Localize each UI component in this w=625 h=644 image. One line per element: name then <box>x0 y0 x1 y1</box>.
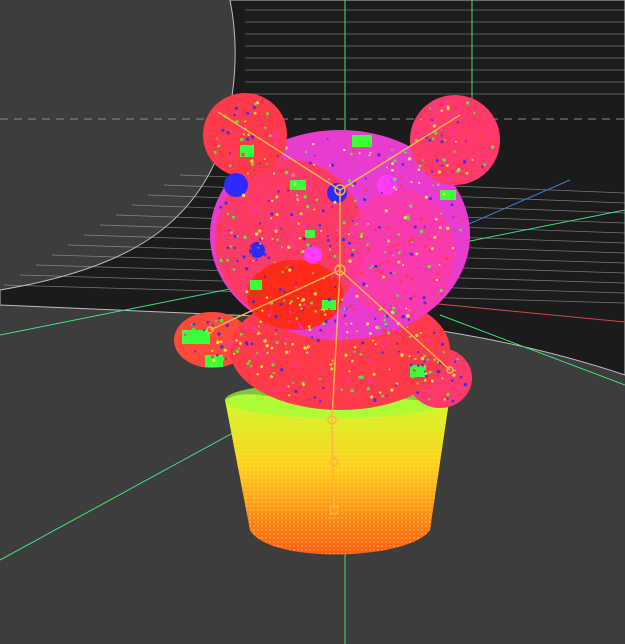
viewport-scene[interactable] <box>0 0 625 644</box>
bear-muzzle <box>247 260 343 330</box>
3d-viewport[interactable] <box>0 0 625 644</box>
head-top-spot <box>377 175 397 195</box>
left-cheek-spot <box>224 173 248 197</box>
bear-head-right-fill <box>345 190 455 320</box>
cup-dot-overlay <box>225 394 450 555</box>
left-paw-patch <box>182 330 210 344</box>
